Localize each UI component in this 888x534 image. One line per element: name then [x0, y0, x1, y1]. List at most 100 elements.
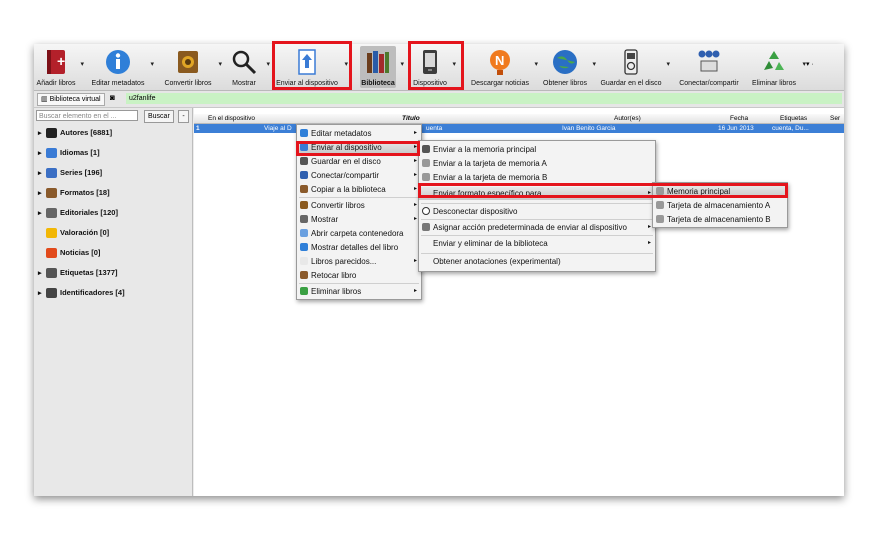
menu-item-send-and-delete[interactable]: Enviar y eliminar de la biblioteca ▸ — [419, 237, 655, 250]
convert-books-button[interactable]: Convertir libros ▾ — [162, 46, 222, 88]
chevron-down-icon[interactable]: ▾ — [80, 60, 84, 68]
edit-metadata-button[interactable]: Editar metadatos ▾ — [90, 46, 154, 88]
expand-arrow-icon[interactable]: ▸ — [38, 267, 46, 281]
row-number: 1 — [196, 125, 200, 132]
add-books-button[interactable]: + Añadir libros ▾ — [36, 46, 84, 88]
menu-item-label: Conectar/compartir — [311, 171, 380, 180]
book-tags: cuenta, Du... — [772, 125, 809, 132]
chevron-down-icon[interactable]: ▾ — [592, 60, 596, 68]
media-player-icon — [300, 157, 308, 165]
authors-icon — [46, 128, 57, 139]
menu-item-convert-books[interactable]: Convertir libros ▸ — [297, 199, 421, 212]
col-title[interactable]: Título — [402, 114, 420, 123]
menu-item-disconnect-device[interactable]: Desconectar dispositivo — [419, 205, 655, 218]
col-series[interactable]: Ser — [830, 114, 840, 123]
category-label: Editoriales [120] — [60, 208, 118, 217]
search-button[interactable]: Buscar — [144, 110, 174, 123]
tag-browser: Buscar elemento en el ... Buscar - ▸ Auto… — [34, 108, 193, 496]
table-header: En el dispositivo Título Autor(es) Fecha… — [194, 114, 844, 124]
menu-item-copy-to-library[interactable]: Copiar a la biblioteca ▸ — [297, 183, 421, 196]
get-books-button[interactable]: Obtener libros ▾ — [542, 46, 596, 88]
expand-arrow-icon[interactable]: ▸ — [38, 147, 46, 161]
fetch-news-button[interactable]: N Descargar noticias ▾ — [470, 46, 538, 88]
convert-book-icon — [178, 51, 198, 73]
col-authors[interactable]: Autor(es) — [614, 114, 641, 123]
col-on-device[interactable]: En el dispositivo — [208, 114, 255, 123]
remove-books-button[interactable]: Eliminar libros ▾ — [750, 46, 806, 88]
identifiers-icon — [46, 288, 57, 299]
category-identifiers[interactable]: ▸ Identificadores [4] — [38, 286, 125, 300]
menu-item-edit-metadata[interactable]: Editar metadatos ▸ — [297, 127, 421, 140]
category-news[interactable]: Noticias [0] — [38, 246, 100, 260]
category-tags[interactable]: ▸ Etiquetas [1377] — [38, 266, 118, 280]
submenu-arrow-icon: ▸ — [413, 130, 417, 136]
search-input[interactable]: Buscar elemento en el ... — [36, 110, 138, 121]
expand-arrow-icon[interactable]: ▸ — [38, 167, 46, 181]
toolbar-overflow-icon[interactable]: ▾ · — [806, 60, 814, 68]
expand-arrow-icon[interactable]: ▸ — [38, 207, 46, 221]
menu-item-save-to-disk[interactable]: Guardar en el disco ▸ — [297, 155, 421, 168]
blank-icon — [422, 257, 430, 265]
expand-arrow-icon[interactable]: ▸ — [38, 127, 46, 141]
category-rating[interactable]: Valoración [0] — [38, 226, 109, 240]
menu-item-label: Copiar a la biblioteca — [311, 185, 386, 194]
highlight-specific-format — [418, 183, 788, 198]
tags-icon — [46, 268, 57, 279]
menu-item-label: Obtener anotaciones (experimental) — [433, 257, 561, 266]
menu-item-send-card-a[interactable]: Enviar a la tarjeta de memoria A — [419, 157, 655, 170]
menu-item-remove-books[interactable]: Eliminar libros ▸ — [297, 285, 421, 298]
submenu-arrow-icon: ▸ — [413, 186, 417, 192]
chevron-down-icon[interactable]: ▾ — [534, 60, 538, 68]
menu-item-connect-share[interactable]: Conectar/compartir ▸ — [297, 169, 421, 182]
menu-item-storage-card-a[interactable]: Tarjeta de almacenamiento A — [653, 199, 787, 212]
languages-icon — [46, 148, 57, 159]
library-button[interactable]: Biblioteca ▾ — [360, 46, 404, 88]
menu-item-send-main-memory[interactable]: Enviar a la memoria principal — [419, 143, 655, 156]
menu-item-tweak-book[interactable]: Retocar libro — [297, 269, 421, 282]
publishers-icon — [46, 208, 57, 219]
menu-item-storage-card-b[interactable]: Tarjeta de almacenamiento B — [653, 213, 787, 226]
binoculars-icon[interactable]: ◙ — [110, 93, 115, 102]
submenu-arrow-icon: ▸ — [647, 224, 651, 230]
category-series[interactable]: ▸ Series [196] — [38, 166, 102, 180]
menu-item-label: Tarjeta de almacenamiento B — [667, 215, 771, 224]
category-publishers[interactable]: ▸ Editoriales [120] — [38, 206, 118, 220]
book-author: Ivan Benito Garcia — [562, 125, 616, 132]
menu-item-label: Asignar acción predeterminada de enviar … — [433, 223, 627, 232]
table-row[interactable]: 1 Viaje al D uenta Ivan Benito Garcia 16… — [194, 124, 844, 133]
virtual-library-button[interactable]: ▥ Biblioteca virtual — [37, 93, 105, 106]
ereader-icon — [422, 173, 430, 181]
menu-item-similar-books[interactable]: Libros parecidos... ▸ — [297, 255, 421, 268]
saved-search-label: u2fanlife — [126, 93, 842, 104]
chevron-down-icon[interactable]: ▾ — [400, 60, 404, 68]
menu-item-fetch-annotations[interactable]: Obtener anotaciones (experimental) — [419, 255, 655, 268]
rating-icon — [46, 228, 57, 239]
menu-item-set-default-send-action[interactable]: Asignar acción predeterminada de enviar … — [419, 221, 655, 234]
menu-item-open-containing-folder[interactable]: Abrir carpeta contenedora — [297, 227, 421, 240]
category-label: Identificadores [4] — [60, 288, 125, 297]
highlight-device — [408, 41, 464, 90]
category-label: Idiomas [1] — [60, 148, 100, 157]
col-tags[interactable]: Etiquetas — [780, 114, 807, 123]
category-languages[interactable]: ▸ Idiomas [1] — [38, 146, 100, 160]
expand-arrow-icon[interactable]: ▸ — [38, 187, 46, 201]
media-player-icon — [624, 49, 638, 75]
chevron-down-icon[interactable]: ▾ — [218, 60, 222, 68]
chevron-down-icon[interactable]: ▾ — [266, 60, 270, 68]
save-to-disk-button[interactable]: Guardar en el disco ▾ — [600, 46, 670, 88]
menu-separator — [299, 283, 419, 284]
expand-arrow-icon[interactable]: ▸ — [38, 287, 46, 301]
menu-item-show-book-details[interactable]: Mostrar detalles del libro — [297, 241, 421, 254]
clear-search-button[interactable]: - — [178, 110, 189, 123]
chevron-down-icon[interactable]: ▾ — [150, 60, 154, 68]
category-authors[interactable]: ▸ Autores [6881] — [38, 126, 112, 140]
tweak-icon — [300, 271, 308, 279]
col-date[interactable]: Fecha — [730, 114, 748, 123]
menu-item-view[interactable]: Mostrar ▸ — [297, 213, 421, 226]
chevron-down-icon[interactable]: ▾ — [666, 60, 670, 68]
category-formats[interactable]: ▸ Formatos [18] — [38, 186, 110, 200]
view-button[interactable]: Mostrar ▾ — [226, 46, 270, 88]
submenu-arrow-icon: ▸ — [413, 288, 417, 294]
connect-share-button[interactable]: Conectar/compartir — [678, 46, 740, 88]
network-share-icon — [300, 171, 308, 179]
